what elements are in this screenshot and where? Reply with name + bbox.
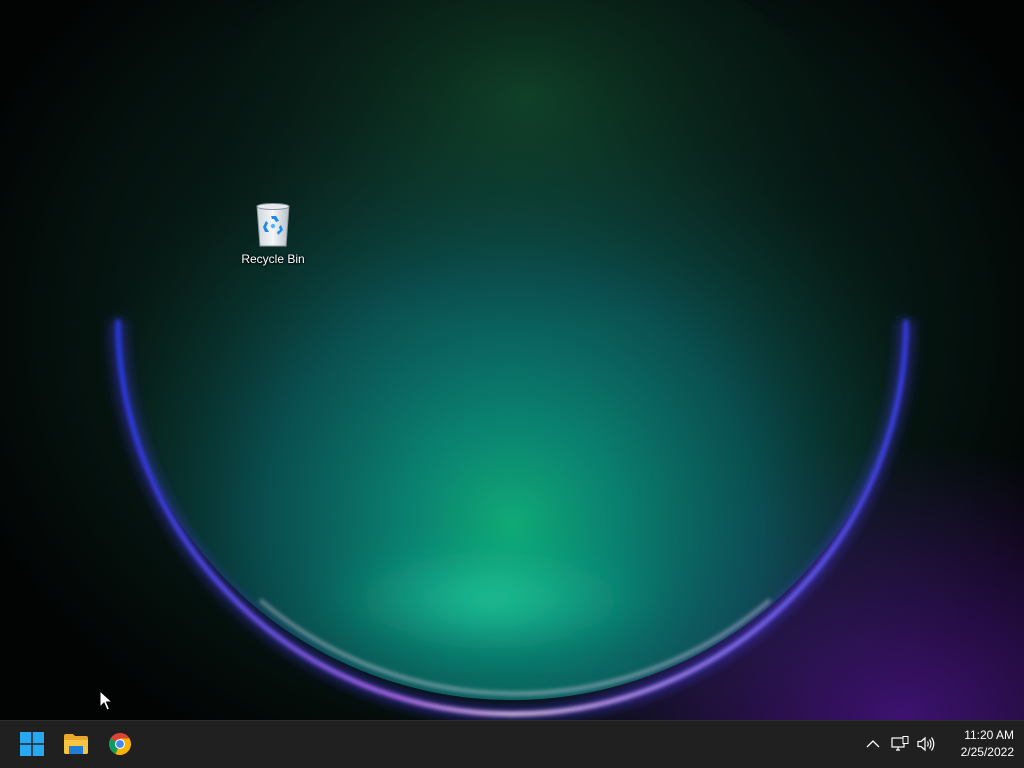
clock-button[interactable]: 11:20 AM 2/25/2022 bbox=[942, 727, 1014, 761]
clock-date: 2/25/2022 bbox=[960, 745, 1014, 759]
clock-time: 11:20 AM bbox=[964, 728, 1014, 742]
volume-button[interactable] bbox=[916, 734, 936, 754]
chevron-up-icon bbox=[866, 740, 880, 748]
file-explorer-button[interactable] bbox=[56, 724, 96, 764]
start-button[interactable] bbox=[12, 724, 52, 764]
network-icon bbox=[891, 736, 909, 751]
show-hidden-icons-button[interactable] bbox=[863, 734, 883, 754]
network-status-button[interactable] bbox=[890, 734, 910, 754]
chrome-icon bbox=[109, 733, 131, 755]
mouse-pointer-icon bbox=[99, 690, 113, 711]
desktop-wallpaper bbox=[0, 0, 1024, 720]
desktop-screen: Recycle Bin 11:20 AM 2/25/2022 bbox=[0, 0, 1024, 768]
recycle-bin-label: Recycle Bin bbox=[241, 252, 305, 266]
folder-icon bbox=[64, 734, 88, 754]
chrome-button[interactable] bbox=[100, 724, 140, 764]
windows-logo-icon bbox=[20, 732, 44, 756]
recycle-bin-desktop-icon[interactable]: Recycle Bin bbox=[236, 202, 310, 274]
volume-icon bbox=[917, 736, 935, 752]
taskbar: 11:20 AM 2/25/2022 bbox=[0, 720, 1024, 768]
recycle-bin-icon bbox=[256, 203, 290, 247]
wallpaper-bloom-graphic bbox=[111, 0, 913, 720]
